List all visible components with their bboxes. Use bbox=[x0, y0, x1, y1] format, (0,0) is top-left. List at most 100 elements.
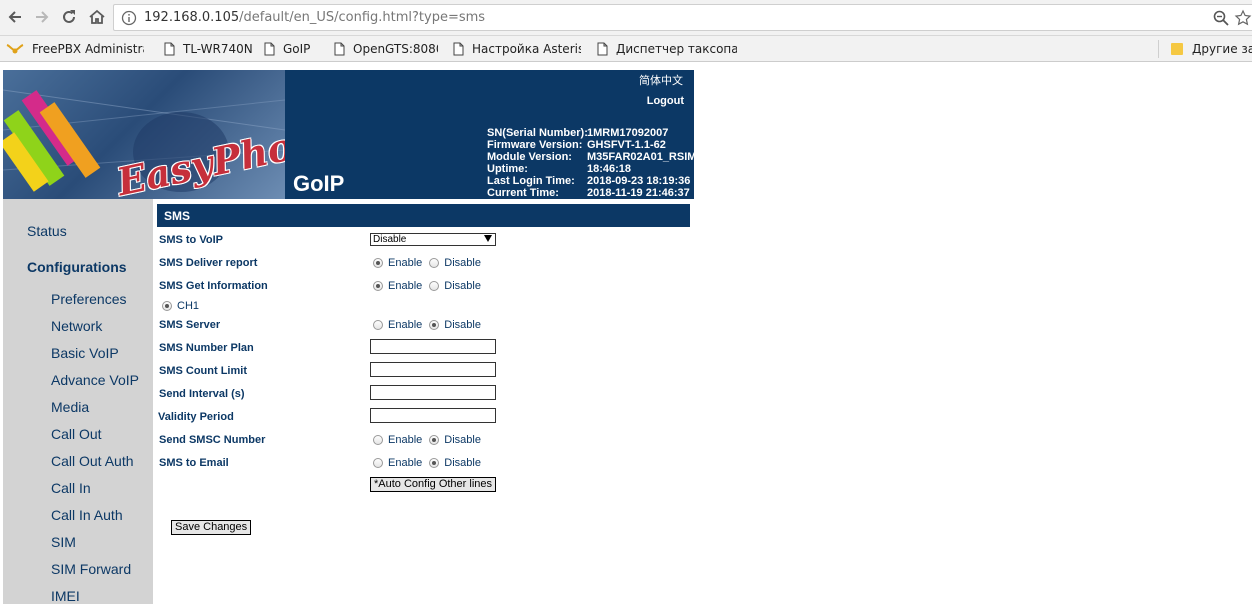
send-smsc-enable-radio[interactable] bbox=[373, 435, 383, 445]
deliver-report-disable-radio[interactable] bbox=[429, 258, 440, 268]
info-icon[interactable] bbox=[121, 10, 137, 26]
bookmark-goip[interactable]: GoIP bbox=[264, 40, 318, 58]
bookmark-tl-wr740n[interactable]: TL-WR740N bbox=[164, 40, 252, 58]
bookmark-taxi[interactable]: Диспетчер таксопар bbox=[597, 40, 737, 58]
reload-icon bbox=[63, 10, 75, 23]
info-value: 18:46:18 bbox=[587, 163, 632, 175]
validity-period-input[interactable] bbox=[370, 408, 496, 423]
radio-label: Enable bbox=[388, 434, 423, 446]
sidebar-item-network[interactable]: Network bbox=[51, 318, 102, 334]
logout-link[interactable]: Logout bbox=[647, 95, 684, 107]
bookmark-label: Настройка Asterisk bbox=[472, 42, 581, 56]
radio-label: Disable bbox=[444, 257, 481, 269]
radio-label: Disable bbox=[444, 434, 481, 446]
page-icon bbox=[334, 42, 345, 56]
address-bar[interactable]: 192.168.0.105/default/en_US/config.html?… bbox=[113, 4, 1252, 31]
bookmark-opengts[interactable]: OpenGTS:8080 bbox=[334, 40, 438, 58]
sidebar-item-imei[interactable]: IMEI bbox=[51, 588, 80, 604]
ch1-label: CH1 bbox=[177, 300, 200, 312]
product-title: GoIP bbox=[293, 171, 345, 196]
bookmark-label: TL-WR740N bbox=[183, 42, 252, 56]
selected-value: Disable bbox=[373, 234, 407, 245]
count-limit-label: SMS Count Limit bbox=[159, 365, 247, 377]
sidebar-nav: Status Configurations Preferences Networ… bbox=[3, 199, 153, 604]
sidebar-item-media[interactable]: Media bbox=[51, 399, 89, 415]
page-icon bbox=[453, 42, 464, 56]
section-title: SMS bbox=[157, 204, 690, 227]
info-key: Uptime: bbox=[487, 163, 528, 175]
info-value: M35FAR02A01_RSIM bbox=[587, 151, 694, 163]
back-button[interactable] bbox=[4, 6, 26, 28]
send-interval-label: Send Interval (s) bbox=[159, 388, 245, 400]
language-link[interactable]: 简体中文 bbox=[639, 72, 683, 88]
info-row-last-login: Last Login Time: 2018-09-23 18:19:36 bbox=[487, 175, 694, 187]
sms-to-email-radios: Enable Disable bbox=[373, 457, 481, 469]
sidebar-item-preferences[interactable]: Preferences bbox=[51, 291, 126, 307]
reload-button[interactable] bbox=[58, 6, 80, 28]
sms-server-disable-radio[interactable] bbox=[429, 320, 440, 330]
sidebar-item-advance-voip[interactable]: Advance VoIP bbox=[51, 372, 139, 388]
forward-button[interactable] bbox=[31, 6, 53, 28]
save-changes-button[interactable]: Save Changes bbox=[171, 520, 252, 535]
sms-server-label: SMS Server bbox=[159, 319, 221, 331]
radio-label: Enable bbox=[388, 457, 423, 469]
zoom-icon[interactable] bbox=[1212, 9, 1230, 27]
get-information-radios: Enable Disable bbox=[373, 280, 481, 292]
url-text[interactable]: 192.168.0.105/default/en_US/config.html?… bbox=[144, 10, 485, 25]
sidebar-item-sim-forward[interactable]: SIM Forward bbox=[51, 561, 131, 577]
sms-server-enable-radio[interactable] bbox=[373, 320, 383, 330]
ch1-radio[interactable] bbox=[162, 301, 172, 311]
info-key: Module Version: bbox=[487, 151, 572, 163]
count-limit-input[interactable] bbox=[370, 362, 496, 377]
number-plan-label: SMS Number Plan bbox=[159, 342, 254, 354]
send-interval-input[interactable] bbox=[370, 385, 496, 400]
info-row-serial: SN(Serial Number): 1MRM17092007 bbox=[487, 127, 694, 139]
freepbx-icon bbox=[6, 44, 24, 54]
other-bookmarks-label: Другие зак bbox=[1192, 42, 1252, 56]
validity-period-label: Validity Period bbox=[158, 411, 234, 423]
sidebar-item-configurations[interactable]: Configurations bbox=[27, 259, 127, 275]
get-information-disable-radio[interactable] bbox=[429, 281, 440, 291]
bookmark-freepbx[interactable]: FreePBX Administrat bbox=[6, 40, 144, 58]
radio-label: Enable bbox=[388, 280, 423, 292]
sidebar-item-basic-voip[interactable]: Basic VoIP bbox=[51, 345, 119, 361]
home-button[interactable] bbox=[86, 6, 108, 28]
send-smsc-radios: Enable Disable bbox=[373, 434, 481, 446]
get-information-enable-radio[interactable] bbox=[373, 281, 383, 291]
info-row-uptime: Uptime: 18:46:18 bbox=[487, 163, 694, 175]
sms-to-voip-select[interactable]: Disable bbox=[370, 233, 496, 246]
sms-to-email-label: SMS to Email bbox=[159, 457, 229, 469]
folder-icon bbox=[1171, 43, 1183, 55]
sidebar-item-sim[interactable]: SIM bbox=[51, 534, 76, 550]
info-key: Firmware Version: bbox=[487, 139, 583, 151]
sms-to-email-enable-radio[interactable] bbox=[373, 458, 383, 468]
sidebar-item-call-out-auth[interactable]: Call Out Auth bbox=[51, 453, 134, 469]
send-smsc-label: Send SMSC Number bbox=[159, 434, 266, 446]
page-icon bbox=[597, 42, 608, 56]
bookmark-star-icon[interactable] bbox=[1234, 9, 1252, 27]
page-icon bbox=[164, 42, 175, 56]
number-plan-input[interactable] bbox=[370, 339, 496, 354]
radio-label: Disable bbox=[444, 319, 481, 331]
sidebar-item-status[interactable]: Status bbox=[27, 223, 67, 239]
info-value: 2018-09-23 18:19:36 bbox=[587, 175, 691, 187]
sms-server-radios: Enable Disable bbox=[373, 319, 481, 331]
info-row-module: Module Version: M35FAR02A01_RSIM bbox=[487, 151, 694, 163]
goip-header: EasyPhone GoIP 简体中文 Logout SN(Serial Num… bbox=[3, 70, 694, 199]
info-key: Last Login Time: bbox=[487, 175, 575, 187]
info-value: 2018-11-19 21:46:37 bbox=[587, 187, 690, 199]
other-bookmarks[interactable]: Другие зак bbox=[1170, 40, 1252, 58]
send-smsc-disable-radio[interactable] bbox=[429, 435, 440, 445]
deliver-report-enable-radio[interactable] bbox=[373, 258, 383, 268]
bookmark-asterisk[interactable]: Настройка Asterisk bbox=[453, 40, 581, 58]
radio-label: Enable bbox=[388, 319, 423, 331]
radio-label: Disable bbox=[444, 280, 481, 292]
info-value: 1MRM17092007 bbox=[587, 127, 669, 139]
sidebar-item-call-in-auth[interactable]: Call In Auth bbox=[51, 507, 123, 523]
sidebar-item-call-in[interactable]: Call In bbox=[51, 480, 91, 496]
sms-to-email-disable-radio[interactable] bbox=[429, 458, 440, 468]
select-box[interactable]: Disable bbox=[370, 233, 496, 246]
bookmark-label: Диспетчер таксопар bbox=[616, 42, 737, 56]
auto-config-button[interactable]: *Auto Config Other lines bbox=[370, 477, 497, 492]
sidebar-item-call-out[interactable]: Call Out bbox=[51, 426, 102, 442]
